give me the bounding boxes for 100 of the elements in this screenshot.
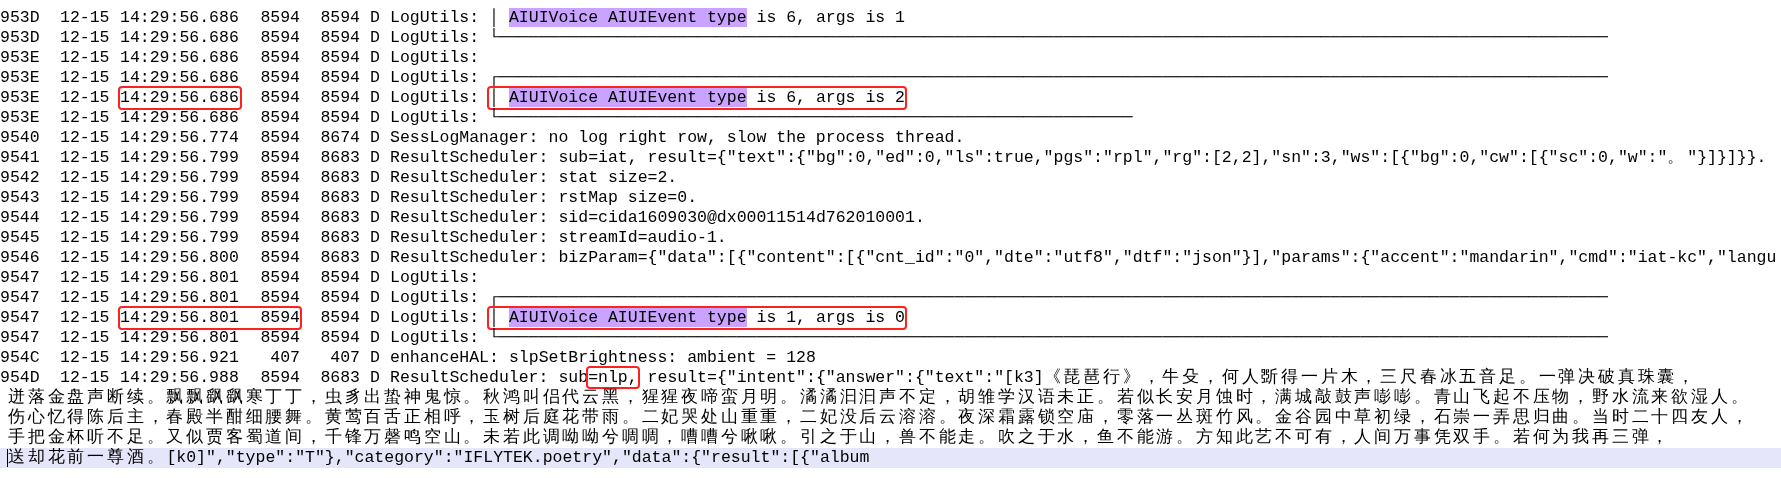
thread-id: 8683 xyxy=(320,368,360,388)
log-message: └──────────────────────────────────────────────────────────────── xyxy=(489,108,1133,128)
process-id: 8594 xyxy=(260,188,300,208)
process-id: 8594 xyxy=(260,308,300,328)
log-message: │ AIUIVoice AIUIEvent type is 6, args is 2 xyxy=(489,88,905,108)
log-time: 14:29:56.799 xyxy=(120,228,240,248)
thread-id: 8683 xyxy=(320,208,360,228)
log-time: 14:29:56.799 xyxy=(120,148,240,168)
log-time: 14:29:56.801 xyxy=(120,268,240,288)
log-message: slpSetBrightness: ambient = 128 xyxy=(508,348,816,368)
log-date: 12-15 xyxy=(60,108,111,128)
log-time: 14:29:56.799 xyxy=(120,188,240,208)
log-id: 9540 xyxy=(0,128,41,148)
log-date: 12-15 xyxy=(60,68,111,88)
process-id: 8594 xyxy=(260,248,300,268)
log-message: │ AIUIVoice AIUIEvent type is 1, args is 0 xyxy=(489,308,905,328)
log-message: ┌──────────────────────────────────────────────────────────────────────────────────────────────────────────────── xyxy=(489,68,1608,88)
log-tag: LogUtils: xyxy=(390,8,480,28)
log-tag: ResultScheduler: xyxy=(390,248,549,268)
log-message: sid=cida1609030@dx00011514d762010001. xyxy=(558,208,925,228)
log-message: 手把金杯听不足。又似贾客蜀道间，千锋万磬鸣空山。未若此调呦呦兮啁啁，嘈嘈兮啾啾。引之于山，兽不能走。吹之于水，鱼不能游。方知此艺不可有，人间万事凭双手。若何为我再三弹， xyxy=(8,428,1672,447)
log-date: 12-15 xyxy=(60,188,111,208)
log-id: 953D xyxy=(0,8,41,28)
log-message: 伤心忆得陈后主，春殿半酣细腰舞。黄莺百舌正相呼，玉树后庭花带雨。二妃哭处山重重，二妃没后云溶溶。夜深霜露锁空庙，零落一丛斑竹风。金谷园中草初绿，石崇一弄思归曲。当时二十四友人， xyxy=(8,408,1751,427)
process-id: 8594 xyxy=(260,368,300,388)
log-time: 14:29:56.921 xyxy=(120,348,240,368)
log-id: 9547 xyxy=(0,308,41,328)
log-date: 12-15 xyxy=(60,328,111,348)
log-id: 9541 xyxy=(0,148,41,168)
log-message: └──────────────────────────────────────────────────────────────────────────────────────────────────────────────── xyxy=(489,328,1608,348)
log-date: 12-15 xyxy=(60,208,111,228)
process-id: 8594 xyxy=(260,328,300,348)
log-id: 954D xyxy=(0,368,41,388)
log-time: 14:29:56.801 xyxy=(120,328,240,348)
log-tag: ResultScheduler: xyxy=(390,228,549,248)
log-tag: LogUtils: xyxy=(390,328,480,348)
log-tag: LogUtils: xyxy=(390,28,480,48)
log-date: 12-15 xyxy=(60,288,111,308)
log-message: └──────────────────────────────────────────────────────────────────────────────────────────────────────────────── xyxy=(489,28,1608,48)
log-level: D xyxy=(370,328,380,348)
thread-id: 8594 xyxy=(320,8,360,28)
log-tag: LogUtils: xyxy=(390,68,480,88)
log-date: 12-15 xyxy=(60,168,111,188)
thread-id: 8674 xyxy=(320,128,360,148)
thread-id: 8594 xyxy=(320,308,360,328)
process-id: 8594 xyxy=(260,108,300,128)
log-level: D xyxy=(370,228,380,248)
log-time: 14:29:56.686 xyxy=(120,108,240,128)
log-level: D xyxy=(370,88,380,108)
log-time: 14:29:56.801 xyxy=(120,288,240,308)
log-tag: enhanceHAL: xyxy=(390,348,499,368)
thread-id: 8594 xyxy=(320,48,360,68)
log-message: ┌──────────────────────────────────────────────────────────────────────────────────────────────────────────────── xyxy=(489,288,1608,308)
process-id: 8594 xyxy=(260,208,300,228)
log-level: D xyxy=(370,48,380,68)
log-tag: ResultScheduler: xyxy=(390,188,549,208)
log-time: 14:29:56.800 xyxy=(120,248,240,268)
thread-id: 8683 xyxy=(320,188,360,208)
log-id: 954C xyxy=(0,348,41,368)
log-date: 12-15 xyxy=(60,88,111,108)
log-tag: LogUtils: xyxy=(390,308,480,328)
log-time: 14:29:56.686 xyxy=(120,28,240,48)
log-time: 14:29:56.686 xyxy=(120,8,240,28)
log-level: D xyxy=(370,8,380,28)
log-level: D xyxy=(370,188,380,208)
process-id: 8594 xyxy=(260,128,300,148)
log-id: 9547 xyxy=(0,328,41,348)
log-id: 953E xyxy=(0,108,41,128)
process-id: 8594 xyxy=(260,268,300,288)
log-tag: ResultScheduler: xyxy=(390,368,549,388)
process-id: 8594 xyxy=(260,28,300,48)
log-time: 14:29:56.686 xyxy=(120,68,240,88)
log-date: 12-15 xyxy=(60,228,111,248)
log-tag: SessLogManager: xyxy=(390,128,539,148)
log-time: 14:29:56.988 xyxy=(120,368,240,388)
text-caret xyxy=(7,449,8,467)
log-id: 9543 xyxy=(0,188,41,208)
thread-id: 8594 xyxy=(320,28,360,48)
process-id: 8594 xyxy=(260,68,300,88)
log-date: 12-15 xyxy=(60,368,111,388)
log-time: 14:29:56.686 xyxy=(120,48,240,68)
log-id: 9545 xyxy=(0,228,41,248)
thread-id: 8594 xyxy=(320,88,360,108)
thread-id: 8683 xyxy=(320,248,360,268)
log-date: 12-15 xyxy=(60,48,111,68)
log-tag: ResultScheduler: xyxy=(390,168,549,188)
log-id: 9546 xyxy=(0,248,41,268)
log-tag: ResultScheduler: xyxy=(390,148,549,168)
log-tag: LogUtils: xyxy=(390,88,480,108)
log-time: 14:29:56.801 xyxy=(120,308,240,328)
log-id: 953E xyxy=(0,48,41,68)
process-id: 8594 xyxy=(260,168,300,188)
thread-id: 8594 xyxy=(320,108,360,128)
log-time: 14:29:56.799 xyxy=(120,208,240,228)
log-tag: LogUtils: xyxy=(390,108,480,128)
process-id: 407 xyxy=(269,348,300,368)
log-level: D xyxy=(370,148,380,168)
log-id: 9542 xyxy=(0,168,41,188)
log-message: 送却花前一尊酒。[k0]","type":"T"},"category":"IFLYTEK.poetry","data":{"result":[{"album xyxy=(8,448,870,467)
log-id: 9544 xyxy=(0,208,41,228)
